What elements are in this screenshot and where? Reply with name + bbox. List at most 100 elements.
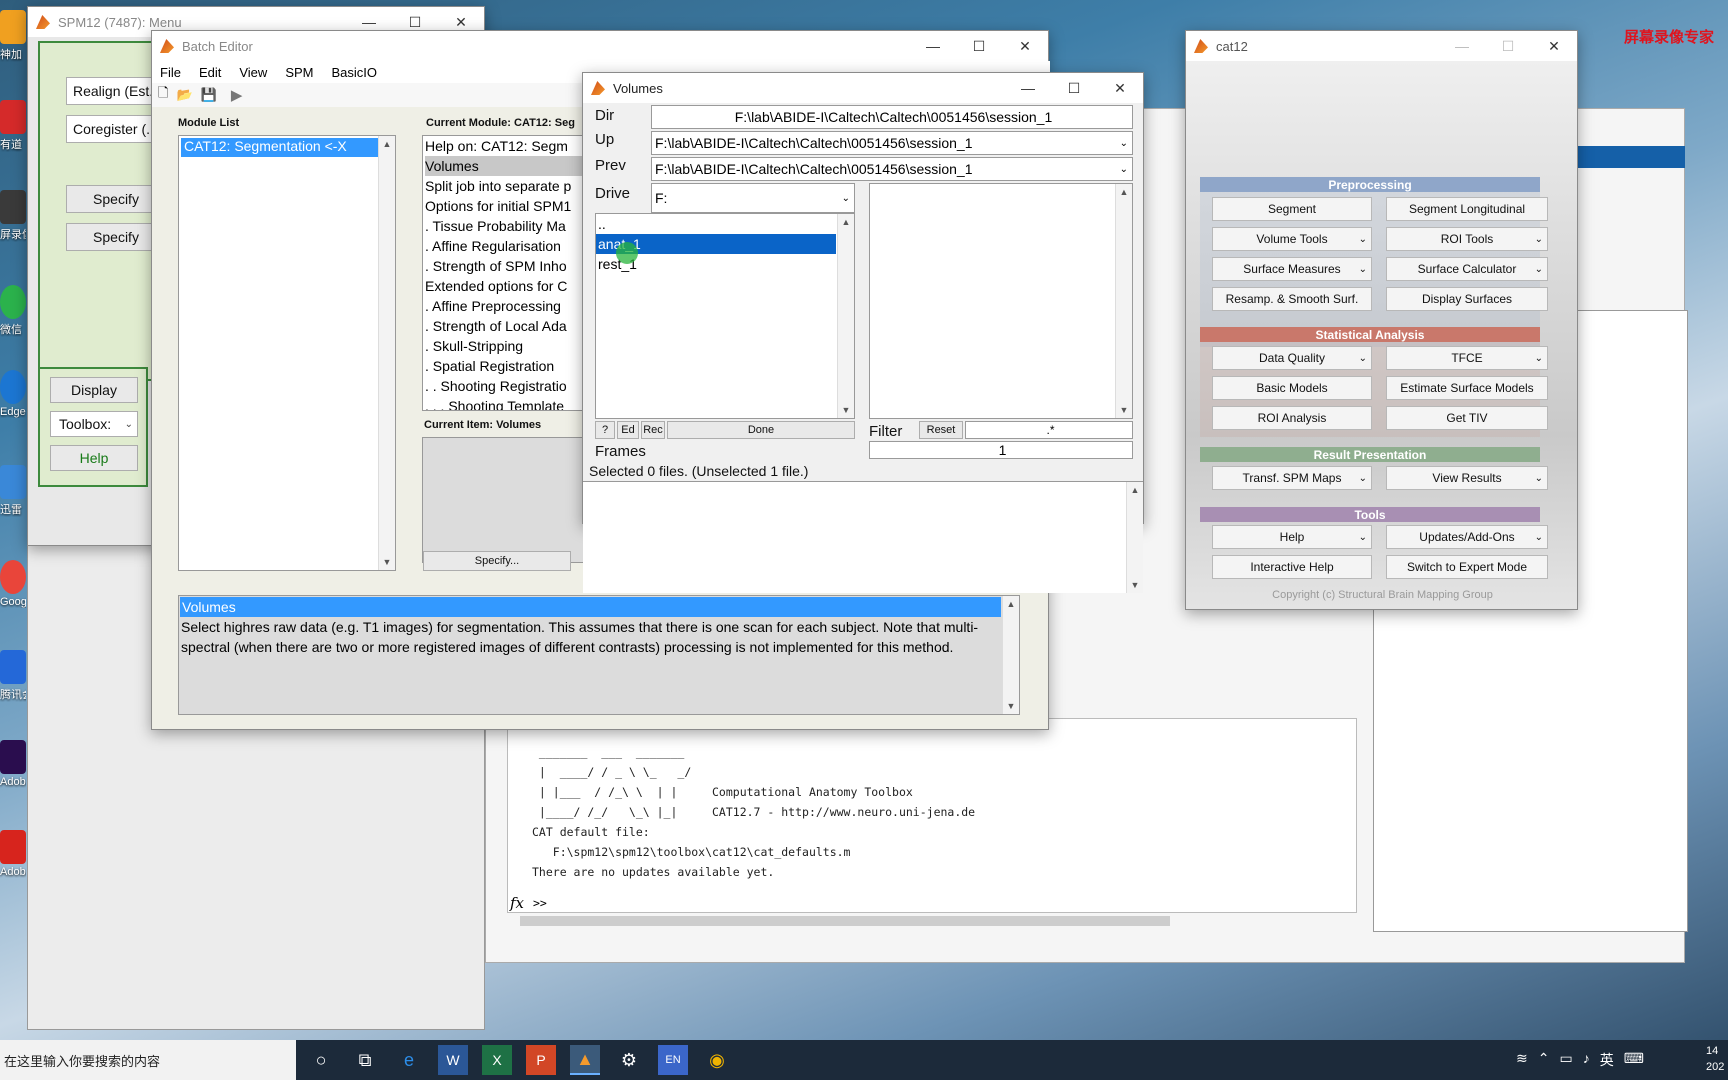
display-button[interactable]: Display — [50, 377, 138, 403]
desktop-icon[interactable]: 神加 — [0, 10, 26, 62]
surface-calculator-dropdown[interactable]: Surface Calculator ⌄ — [1386, 257, 1548, 281]
excel-icon[interactable]: X — [482, 1045, 512, 1075]
maximize-button[interactable]: ☐ — [1485, 31, 1531, 61]
close-button[interactable]: ✕ — [1097, 73, 1143, 103]
en-icon[interactable]: EN — [658, 1045, 688, 1075]
tree-line[interactable]: . Tissue Probability Ma — [425, 216, 591, 236]
volume-icon[interactable]: ♪ — [1583, 1050, 1590, 1070]
chevron-up-icon[interactable]: ⌃ — [1538, 1050, 1550, 1070]
volumes-titlebar[interactable]: Volumes — ☐ ✕ — [583, 73, 1143, 103]
desktop-icon[interactable]: Adobe Premiere — [0, 740, 26, 788]
module-tree[interactable]: Help on: CAT12: Segm Volumes Split job i… — [422, 135, 592, 411]
segment-longitudinal-button[interactable]: Segment Longitudinal — [1386, 197, 1548, 221]
tree-line[interactable]: . . . Shooting Template — [425, 396, 591, 410]
cat12-titlebar[interactable]: cat12 — ☐ ✕ — [1186, 31, 1577, 61]
view-results-dropdown[interactable]: View Results ⌄ — [1386, 466, 1548, 490]
menu-basicio[interactable]: BasicIO — [331, 65, 377, 80]
toolbox-dropdown[interactable]: Toolbox: ⌄ — [50, 411, 138, 437]
help-button[interactable]: Help — [50, 445, 138, 471]
tree-line-selected[interactable]: Volumes — [425, 156, 591, 176]
input-language[interactable]: 英 — [1600, 1050, 1614, 1070]
up-dropdown[interactable]: F:\lab\ABIDE-I\Caltech\Caltech\0051456\s… — [651, 131, 1133, 155]
open-folder-icon[interactable]: 📂 — [176, 87, 192, 103]
tree-line[interactable]: Help on: CAT12: Segm — [425, 136, 591, 156]
desktop-icon[interactable]: Edge — [0, 370, 26, 418]
powerpoint-icon[interactable]: P — [526, 1045, 556, 1075]
horizontal-scrollbar[interactable] — [520, 916, 1170, 926]
tfce-dropdown[interactable]: TFCE ⌄ — [1386, 346, 1548, 370]
tree-line[interactable]: . Strength of SPM Inho — [425, 256, 591, 276]
desktop-icon[interactable]: 屏录像 — [0, 190, 26, 242]
menu-edit[interactable]: Edit — [199, 65, 221, 80]
search-box[interactable]: 在这里输入你要搜索的内容 — [0, 1040, 296, 1080]
ed-button[interactable]: Ed — [617, 421, 639, 439]
tree-line[interactable]: . Affine Preprocessing — [425, 296, 591, 316]
get-tiv-button[interactable]: Get TIV — [1386, 406, 1548, 430]
wifi-icon[interactable]: ≋ — [1516, 1050, 1528, 1070]
desktop-icon[interactable]: 有道 — [0, 100, 26, 152]
desktop-icon[interactable]: 迅雷 — [0, 465, 26, 517]
surface-measures-dropdown[interactable]: Surface Measures ⌄ — [1212, 257, 1372, 281]
command-prompt[interactable]: >> — [533, 896, 547, 910]
menu-file[interactable]: File — [160, 65, 181, 80]
display-surfaces-button[interactable]: Display Surfaces — [1386, 287, 1548, 311]
desktop-icon[interactable]: Google Chrome — [0, 560, 26, 608]
matlab-taskbar-icon[interactable]: ▲ — [570, 1045, 600, 1075]
minimize-button[interactable]: — — [1005, 73, 1051, 103]
estimate-surface-models-button[interactable]: Estimate Surface Models — [1386, 376, 1548, 400]
roi-tools-dropdown[interactable]: ROI Tools ⌄ — [1386, 227, 1548, 251]
reset-button[interactable]: Reset — [919, 421, 963, 439]
selected-files-list[interactable]: ▲ ▼ — [583, 481, 1143, 593]
frames-input[interactable]: 1 — [869, 441, 1133, 459]
maximize-button[interactable]: ☐ — [956, 31, 1002, 61]
tree-line[interactable]: . Spatial Registration — [425, 356, 591, 376]
edge-icon[interactable]: e — [394, 1045, 424, 1075]
module-item[interactable]: CAT12: Segmentation <-X — [181, 138, 393, 157]
resamp-smooth-button[interactable]: Resamp. & Smooth Surf. — [1212, 287, 1372, 311]
segment-button[interactable]: Segment — [1212, 197, 1372, 221]
transf-spm-maps-dropdown[interactable]: Transf. SPM Maps ⌄ — [1212, 466, 1372, 490]
desktop-icon[interactable]: 腾讯会 — [0, 650, 26, 702]
task-view-icon[interactable]: ⧉ — [350, 1045, 380, 1075]
dir-item[interactable]: .. — [596, 214, 854, 234]
battery-icon[interactable]: ▭ — [1559, 1050, 1572, 1070]
directory-list[interactable]: .. anat_1 rest_1 ▲▼ — [595, 213, 855, 419]
tree-line[interactable]: . Skull-Stripping — [425, 336, 591, 356]
run-icon[interactable]: ▶ — [231, 86, 243, 104]
minimize-button[interactable]: — — [1439, 31, 1485, 61]
word-icon[interactable]: W — [438, 1045, 468, 1075]
tree-line[interactable]: . Strength of Local Ada — [425, 316, 591, 336]
keyboard-icon[interactable]: ⌨ — [1624, 1050, 1644, 1070]
tree-line[interactable]: Options for initial SPM1 — [425, 196, 591, 216]
cortana-icon[interactable]: ○ — [306, 1045, 336, 1075]
filter-input[interactable]: .* — [965, 421, 1133, 439]
close-button[interactable]: ✕ — [1002, 31, 1048, 61]
prev-dropdown[interactable]: F:\lab\ABIDE-I\Caltech\Caltech\0051456\s… — [651, 157, 1133, 181]
module-list[interactable]: CAT12: Segmentation <-X ▲ ▼ — [178, 135, 396, 571]
file-list[interactable]: ▲ ▼ — [869, 183, 1133, 419]
tree-line[interactable]: . Affine Regularisation — [425, 236, 591, 256]
clock[interactable]: 14 202 — [1706, 1043, 1724, 1075]
help-q-button[interactable]: ? — [595, 421, 615, 439]
volume-tools-dropdown[interactable]: Volume Tools ⌄ — [1212, 227, 1372, 251]
save-icon[interactable]: 💾 — [201, 87, 217, 103]
expert-mode-button[interactable]: Switch to Expert Mode — [1386, 555, 1548, 579]
interactive-help-button[interactable]: Interactive Help — [1212, 555, 1372, 579]
batch-editor-titlebar[interactable]: Batch Editor — ☐ ✕ — [152, 31, 1048, 61]
menu-spm[interactable]: SPM — [285, 65, 313, 80]
rec-button[interactable]: Rec — [641, 421, 665, 439]
done-button[interactable]: Done — [667, 421, 855, 439]
menu-view[interactable]: View — [239, 65, 267, 80]
desktop-icon[interactable]: 微信 — [0, 285, 26, 337]
dir-field[interactable]: F:\lab\ABIDE-I\Caltech\Caltech\0051456\s… — [651, 105, 1133, 129]
close-button[interactable]: ✕ — [1531, 31, 1577, 61]
chrome-icon[interactable]: ◉ — [702, 1045, 732, 1075]
tree-line[interactable]: . . Shooting Registratio — [425, 376, 591, 396]
steam-icon[interactable]: ⚙ — [614, 1045, 644, 1075]
basic-models-button[interactable]: Basic Models — [1212, 376, 1372, 400]
new-file-icon[interactable]: 🗋 — [158, 84, 168, 106]
specify-button[interactable]: Specify... — [423, 551, 571, 571]
tree-line[interactable]: Split job into separate p — [425, 176, 591, 196]
tree-line[interactable]: Extended options for C — [425, 276, 591, 296]
help-dropdown[interactable]: Help ⌄ — [1212, 525, 1372, 549]
